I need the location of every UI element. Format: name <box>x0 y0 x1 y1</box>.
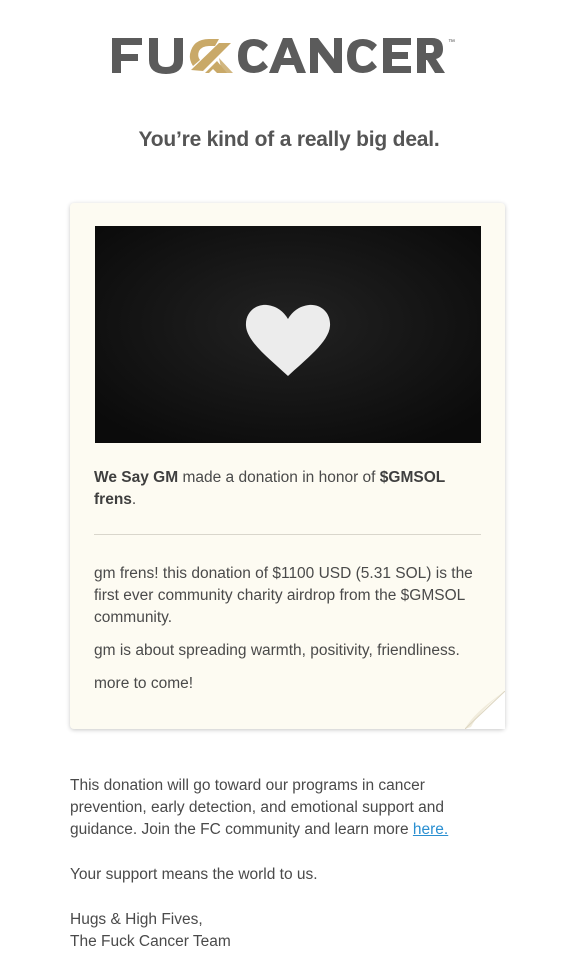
learn-more-link[interactable]: here. <box>413 821 448 838</box>
signoff-line: The Fuck Cancer Team <box>70 933 231 950</box>
ck-accent-mark <box>189 39 233 73</box>
honor-end: . <box>131 491 137 508</box>
heart-icon <box>95 226 481 443</box>
message-paragraph: more to come! <box>94 675 194 692</box>
heart-image <box>95 226 481 443</box>
donation-message: gm frens! this donation of $1100 USD (5.… <box>94 563 486 706</box>
card-divider <box>94 534 481 535</box>
page-headline: You’re kind of a really big deal. <box>138 128 440 151</box>
email-footer: This donation will go toward our program… <box>70 775 490 953</box>
donation-card: We Say GM made a donation in honor of $G… <box>70 203 505 729</box>
donor-name: We Say GM <box>94 469 179 486</box>
message-paragraph: gm frens! this donation of $1100 USD (5.… <box>94 565 473 626</box>
signoff: Hugs & High Fives, The Fuck Cancer Team <box>70 909 490 953</box>
programs-text: This donation will go toward our program… <box>70 777 444 838</box>
honor-text: We Say GM made a donation in honor of $G… <box>94 467 474 511</box>
programs-paragraph: This donation will go toward our program… <box>70 775 490 841</box>
honor-middle: made a donation in honor of <box>178 469 380 486</box>
fuck-cancer-logo: ™ <box>112 38 455 74</box>
support-paragraph: Your support means the world to us. <box>70 866 318 883</box>
svg-text:™: ™ <box>448 39 455 46</box>
message-paragraph: gm is about spreading warmth, positivity… <box>94 642 460 659</box>
brand-logo: ™ <box>0 30 578 80</box>
page-curl-decoration <box>465 691 505 729</box>
signoff-line: Hugs & High Fives, <box>70 911 203 928</box>
